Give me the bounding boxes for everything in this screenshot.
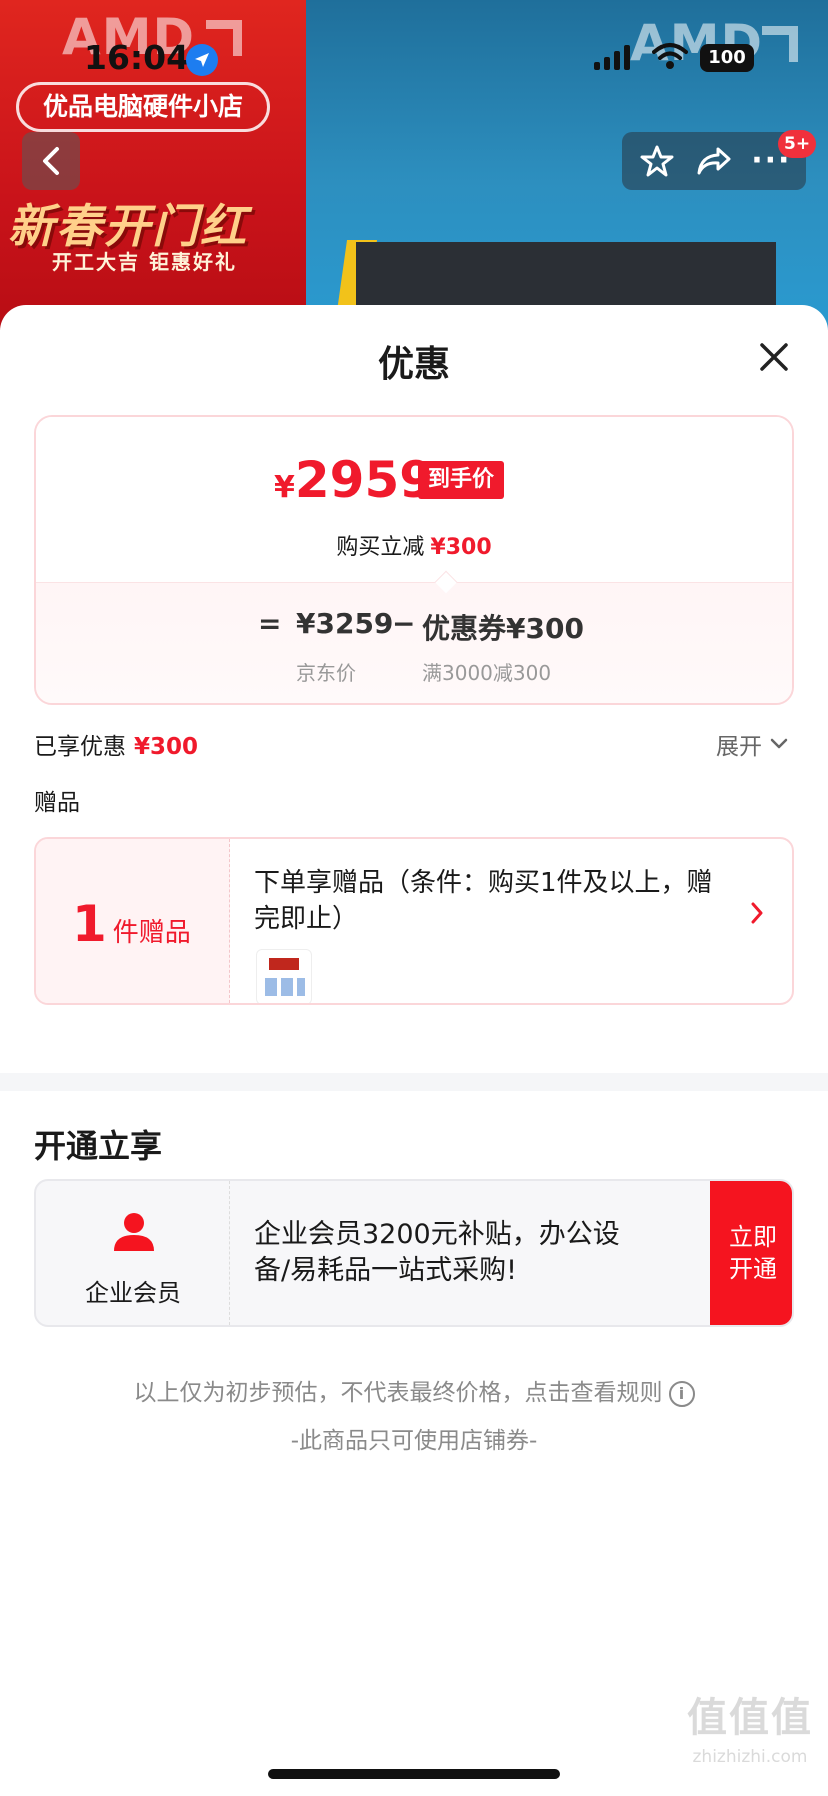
enjoyed-label: 已享优惠 — [34, 734, 126, 760]
discount-sheet: 优惠 ¥2959 到手价 购买立减 ¥300 = ¥3259 − 优惠券¥300 … — [0, 305, 828, 1796]
home-indicator — [268, 1769, 560, 1779]
status-time: 16:04 — [84, 38, 190, 77]
back-button[interactable] — [22, 132, 80, 190]
open-membership-button[interactable]: 立即 开通 — [710, 1181, 792, 1325]
gift-thumbnail — [256, 949, 312, 1003]
enjoyed-amount: ¥300 — [134, 734, 199, 760]
battery-icon: 100 — [700, 44, 754, 72]
jd-price-label: 京东价 — [296, 661, 356, 685]
reduce-line: 购买立减 ¥300 — [36, 529, 792, 561]
sheet-title: 优惠 — [377, 344, 450, 385]
price-breakdown-card: ¥2959 到手价 购买立减 ¥300 = ¥3259 − 优惠券¥300 京东价… — [34, 415, 794, 705]
price-card-bottom — [36, 582, 792, 703]
equals-sign: = — [258, 607, 282, 640]
star-icon — [640, 145, 674, 177]
favorite-button[interactable] — [635, 139, 679, 183]
gift-section-label: 赠品 — [34, 790, 80, 816]
enterprise-member-card: 企业会员 企业会员3200元补贴，办公设备/易耗品一站式采购! 立即 开通 — [34, 1179, 794, 1327]
section-divider — [0, 1073, 828, 1091]
open-button-line2: 开通 — [729, 1255, 777, 1283]
gift-count: 1 件赠品 — [72, 895, 191, 953]
notification-badge: 5+ — [778, 130, 817, 158]
expand-button[interactable]: 展开 — [716, 727, 788, 761]
open-button-line1: 立即 — [729, 1223, 777, 1251]
gift-count-number: 1 — [72, 895, 107, 953]
rules-note-text: 以上仅为初步预估，不代表最终价格，点击查看规则 — [133, 1380, 663, 1406]
minus-sign: − — [392, 607, 416, 640]
gift-thumb-bar — [269, 958, 299, 970]
store-coupon-note: -此商品只可使用店铺券- — [290, 1428, 538, 1454]
member-name: 企业会员 — [85, 1279, 181, 1307]
gift-description: 下单享赠品（条件：购买1件及以上，赠完即止） — [254, 868, 713, 934]
coupon-amount: 优惠券¥300 — [422, 612, 584, 645]
shop-name-pill: 优品电脑硬件小店 — [16, 82, 270, 132]
close-icon — [760, 343, 788, 371]
final-price-value: 2959 — [294, 451, 435, 509]
chevron-down-icon — [770, 738, 788, 749]
coupon-condition: 满3000减300 — [422, 661, 552, 685]
watermark-sub: zhizhizhi.com — [692, 1747, 808, 1767]
close-button[interactable] — [752, 335, 796, 379]
final-price: ¥2959 — [274, 451, 434, 509]
jd-price: ¥3259 — [296, 607, 394, 640]
share-icon — [697, 147, 731, 175]
reduce-amount: ¥300 — [430, 535, 492, 560]
cellular-signal-icon — [594, 44, 630, 70]
gift-card[interactable]: 1 件赠品 下单享赠品（条件：购买1件及以上，赠完即止） — [34, 837, 794, 1005]
member-description: 企业会员3200元补贴，办公设备/易耗品一站式采购! — [254, 1219, 620, 1286]
price-rules-note[interactable]: 以上仅为初步预估，不代表最终价格，点击查看规则 i — [0, 1373, 828, 1407]
site-watermark: 值值值 zhizhizhi.com — [680, 1685, 820, 1767]
chevron-right-icon — [751, 902, 763, 924]
promo-subtitle: 开工大吉 钜惠好礼 — [52, 250, 237, 274]
open-section-title: 开通立享 — [34, 1127, 163, 1165]
expand-label: 展开 — [716, 734, 762, 760]
reduce-label: 购买立减 — [336, 535, 425, 560]
final-price-tag: 到手价 — [418, 461, 505, 499]
location-arrow-icon — [186, 44, 218, 76]
watermark-main: 值值值 — [687, 1695, 813, 1741]
info-icon: i — [668, 1380, 695, 1407]
wifi-icon — [652, 42, 688, 74]
share-button[interactable] — [692, 139, 736, 183]
enjoyed-discount: 已享优惠 ¥300 — [34, 727, 198, 761]
gift-thumb-dots — [265, 978, 305, 996]
gift-count-unit: 件赠品 — [112, 918, 191, 948]
brand-arrow-icon — [762, 26, 798, 62]
currency-symbol: ¥ — [274, 470, 295, 505]
user-icon — [114, 1213, 154, 1251]
chevron-left-icon — [43, 147, 59, 175]
